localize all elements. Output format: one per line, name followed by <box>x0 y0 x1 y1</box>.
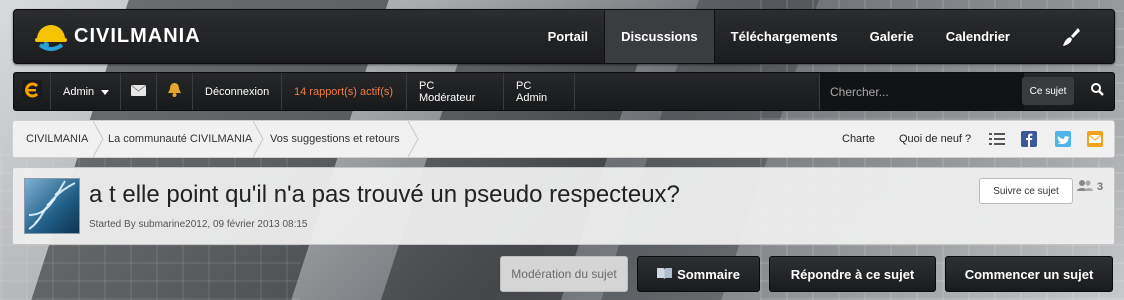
search-icon <box>1090 82 1104 101</box>
nav-item-galerie[interactable]: Galerie <box>854 10 930 63</box>
breadcrumb-separator-icon <box>92 120 105 158</box>
topic-meta: Started By submarine2012, 09 février 201… <box>89 219 308 230</box>
topic-header: a t elle point qu'il n'a pas trouvé un p… <box>12 167 1115 245</box>
new-topic-button[interactable]: Commencer un sujet <box>945 256 1113 292</box>
dna-avatar-icon <box>25 180 79 233</box>
main-nav: Portail Discussions Téléchargements Gale… <box>532 10 1114 63</box>
nav-item-telechargements[interactable]: Téléchargements <box>715 10 854 63</box>
reply-topic-button[interactable]: Répondre à ce sujet <box>769 256 936 292</box>
breadcrumb-item-community[interactable]: La communauté CIVILMANIA <box>108 121 252 157</box>
nav-item-discussions[interactable]: Discussions <box>604 10 715 63</box>
follow-topic-button[interactable]: Suivre ce sujet <box>979 178 1073 204</box>
user-menu[interactable]: Admin <box>51 73 121 110</box>
followers-count-value: 3 <box>1097 181 1104 193</box>
user-bar: Admin Déconnexion 14 rapport(s) actif(s)… <box>13 72 1115 111</box>
charter-link[interactable]: Charte <box>842 121 875 157</box>
search-input[interactable] <box>819 73 1024 110</box>
site-name: CIVILMANIA <box>74 24 201 47</box>
caret-down-icon <box>101 86 110 98</box>
users-icon <box>1077 180 1093 194</box>
summary-button[interactable]: Sommaire <box>637 256 760 292</box>
hardhat-logo-icon <box>34 19 68 53</box>
twitter-icon[interactable] <box>1055 131 1071 147</box>
topic-title: a t elle point qu'il n'a pas trouvé un p… <box>89 181 680 208</box>
logout-link[interactable]: Déconnexion <box>193 73 282 110</box>
messages-button[interactable] <box>121 73 157 110</box>
email-share-icon[interactable] <box>1087 131 1103 147</box>
facebook-icon[interactable] <box>1021 131 1037 147</box>
list-view-icon[interactable] <box>989 131 1005 147</box>
author-avatar[interactable] <box>24 178 80 234</box>
user-avatar[interactable] <box>14 73 51 110</box>
breadcrumb-separator-icon <box>407 120 420 158</box>
followers-count[interactable]: 3 <box>1077 180 1103 194</box>
bell-icon <box>168 83 181 100</box>
summary-button-label: Sommaire <box>677 266 740 282</box>
top-navigation-bar: CIVILMANIA Portail Discussions Télécharg… <box>13 9 1115 64</box>
admin-cp-link[interactable]: PC Admin <box>504 73 575 110</box>
topic-moderation-button[interactable]: Modération du sujet <box>500 256 628 292</box>
reports-link[interactable]: 14 rapport(s) actif(s) <box>282 73 407 110</box>
notifications-button[interactable] <box>157 73 193 110</box>
search-scope-button[interactable]: Ce sujet <box>1022 77 1074 105</box>
site-logo[interactable]: CIVILMANIA <box>34 18 201 54</box>
user-avatar-icon <box>22 80 42 103</box>
breadcrumb-separator-icon <box>252 120 265 158</box>
paint-brush-icon[interactable] <box>1026 10 1114 63</box>
nav-item-calendrier[interactable]: Calendrier <box>930 10 1026 63</box>
user-menu-label: Admin <box>63 85 95 98</box>
moderator-cp-link[interactable]: PC Modérateur <box>407 73 504 110</box>
breadcrumb-item-home[interactable]: CIVILMANIA <box>26 121 88 157</box>
envelope-icon <box>130 84 147 99</box>
breadcrumb: CIVILMANIA La communauté CIVILMANIA Vos … <box>12 120 1115 158</box>
whats-new-link[interactable]: Quoi de neuf ? <box>899 121 971 157</box>
breadcrumb-item-suggestions[interactable]: Vos suggestions et retours <box>270 121 400 157</box>
book-icon <box>657 267 673 282</box>
nav-item-portail[interactable]: Portail <box>532 10 604 63</box>
search-button[interactable] <box>1080 73 1114 110</box>
